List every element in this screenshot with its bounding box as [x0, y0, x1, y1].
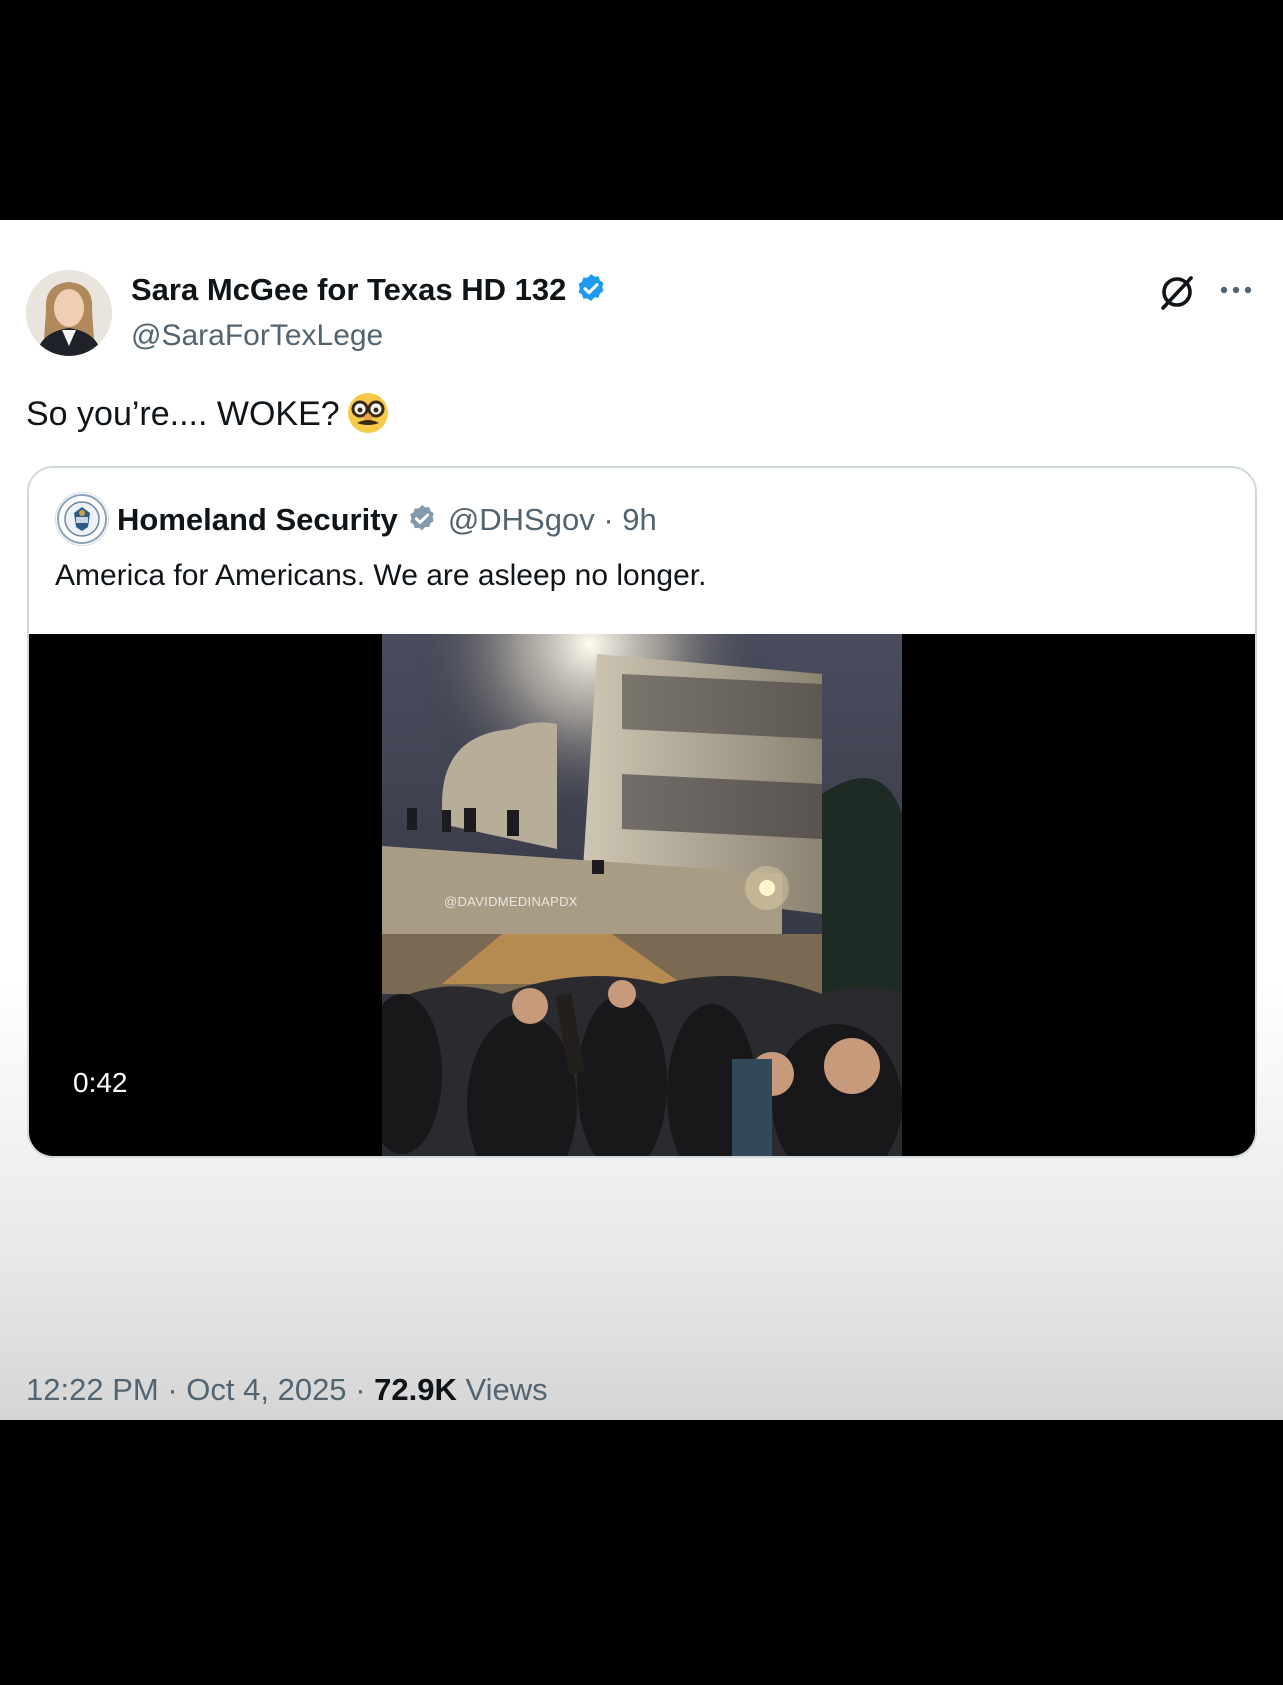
meta-separator: ·	[167, 1372, 178, 1407]
post-text: So you’re.... WOKE?	[26, 391, 390, 444]
post-text-content: So you’re.... WOKE?	[26, 395, 340, 433]
author-avatar[interactable]	[26, 270, 112, 356]
more-options-icon[interactable]	[1216, 270, 1256, 310]
quoted-author-avatar[interactable]	[55, 492, 109, 546]
grok-icon[interactable]	[1157, 272, 1197, 312]
verified-badge-icon	[574, 272, 608, 314]
quoted-tweet[interactable]: Homeland Security @DHSgov · 9h America fo…	[27, 466, 1257, 1158]
video-duration: 0:42	[73, 1067, 128, 1098]
tweet-card: Sara McGee for Texas HD 132 @SaraForTexL…	[0, 220, 1283, 1420]
video-player[interactable]: @DAVIDMEDINAPDX 0:42	[29, 634, 1255, 1156]
author-handle[interactable]: @SaraForTexLege	[131, 319, 383, 353]
quoted-separator: ·	[603, 502, 614, 537]
author-name-text: Sara McGee for Texas HD 132	[131, 272, 567, 307]
quoted-display-name[interactable]: Homeland Security	[117, 502, 398, 537]
post-date[interactable]: Oct 4, 2025	[186, 1372, 346, 1407]
disguised-face-emoji-icon	[346, 391, 390, 444]
views-count: 72.9K	[374, 1372, 457, 1407]
quoted-text: America for Americans. We are asleep no …	[55, 559, 707, 592]
author-display-name[interactable]: Sara McGee for Texas HD 132	[131, 272, 608, 314]
video-watermark: @DAVIDMEDINAPDX	[444, 894, 578, 909]
post-time[interactable]: 12:22 PM	[26, 1372, 159, 1407]
meta-separator: ·	[355, 1372, 366, 1407]
quoted-author-line: Homeland Security @DHSgov · 9h	[117, 502, 657, 543]
quoted-age[interactable]: 9h	[622, 502, 656, 537]
views-label: Views	[465, 1372, 548, 1407]
post-metadata: 12:22 PM · Oct 4, 2025 · 72.9K Views	[26, 1372, 548, 1408]
quoted-handle[interactable]: @DHSgov	[448, 502, 595, 537]
video-frame: @DAVIDMEDINAPDX	[382, 634, 902, 1156]
government-badge-icon	[406, 503, 438, 543]
